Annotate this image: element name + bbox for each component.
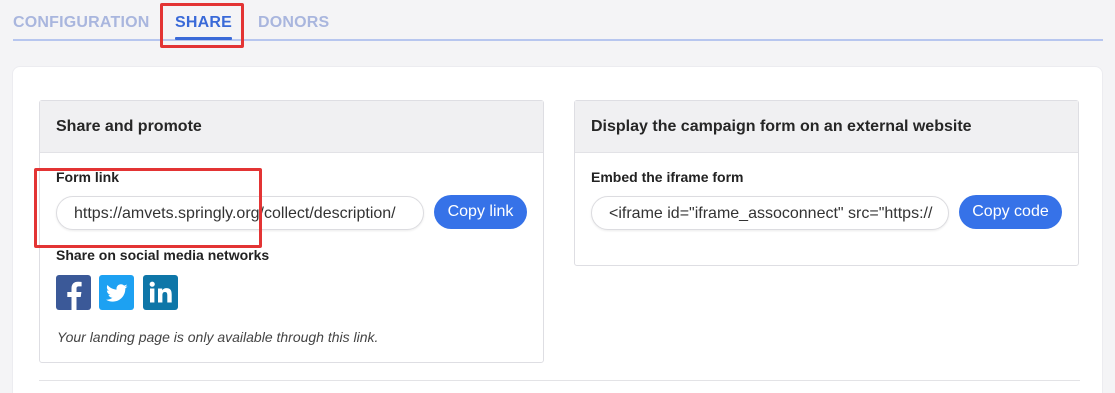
tab-donors[interactable]: DONORS xyxy=(258,14,329,32)
share-promote-panel: Share and promote Form link https://amve… xyxy=(39,100,544,363)
form-link-label: Form link xyxy=(56,169,120,185)
tab-bar: CONFIGURATION SHARE DONORS xyxy=(13,0,1103,41)
twitter-icon[interactable] xyxy=(99,275,134,310)
linkedin-icon[interactable] xyxy=(143,275,178,310)
embed-form-title: Display the campaign form on an external… xyxy=(575,101,1078,153)
social-share-label: Share on social media networks xyxy=(56,247,270,263)
embed-form-panel: Display the campaign form on an external… xyxy=(574,100,1079,266)
active-tab-indicator xyxy=(175,37,233,40)
copy-code-button[interactable]: Copy code xyxy=(959,195,1062,229)
copy-link-button[interactable]: Copy link xyxy=(434,195,527,229)
share-content-card: Share and promote Form link https://amve… xyxy=(12,66,1103,393)
form-link-field[interactable]: https://amvets.springly.org/collect/desc… xyxy=(56,196,424,230)
embed-iframe-label: Embed the iframe form xyxy=(591,169,744,185)
landing-page-note: Your landing page is only available thro… xyxy=(57,329,379,345)
embed-code-field[interactable]: <iframe id="iframe_assoconnect" src="htt… xyxy=(591,196,949,230)
tab-configuration[interactable]: CONFIGURATION xyxy=(13,14,150,32)
section-divider xyxy=(39,380,1080,381)
tab-share[interactable]: SHARE xyxy=(175,14,233,40)
facebook-icon[interactable] xyxy=(56,275,91,310)
share-promote-title: Share and promote xyxy=(40,101,543,153)
tab-share-label: SHARE xyxy=(175,14,233,31)
